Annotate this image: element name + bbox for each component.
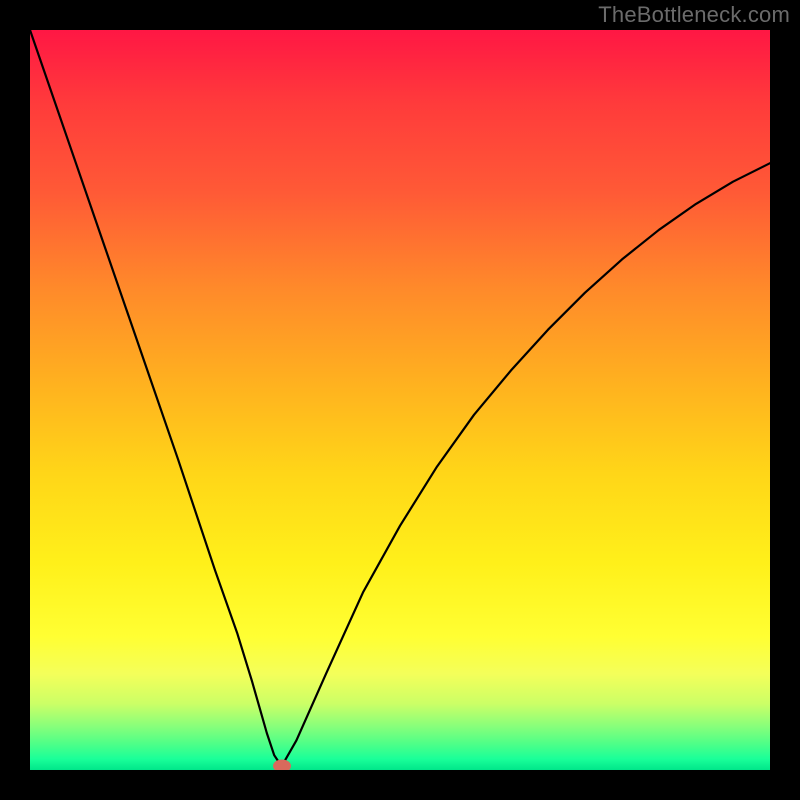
bottleneck-curve-path <box>30 30 770 766</box>
optimal-point-marker <box>273 760 291 770</box>
plot-area <box>30 30 770 770</box>
curve-svg <box>30 30 770 770</box>
watermark-text: TheBottleneck.com <box>598 2 790 28</box>
chart-frame: TheBottleneck.com <box>0 0 800 800</box>
